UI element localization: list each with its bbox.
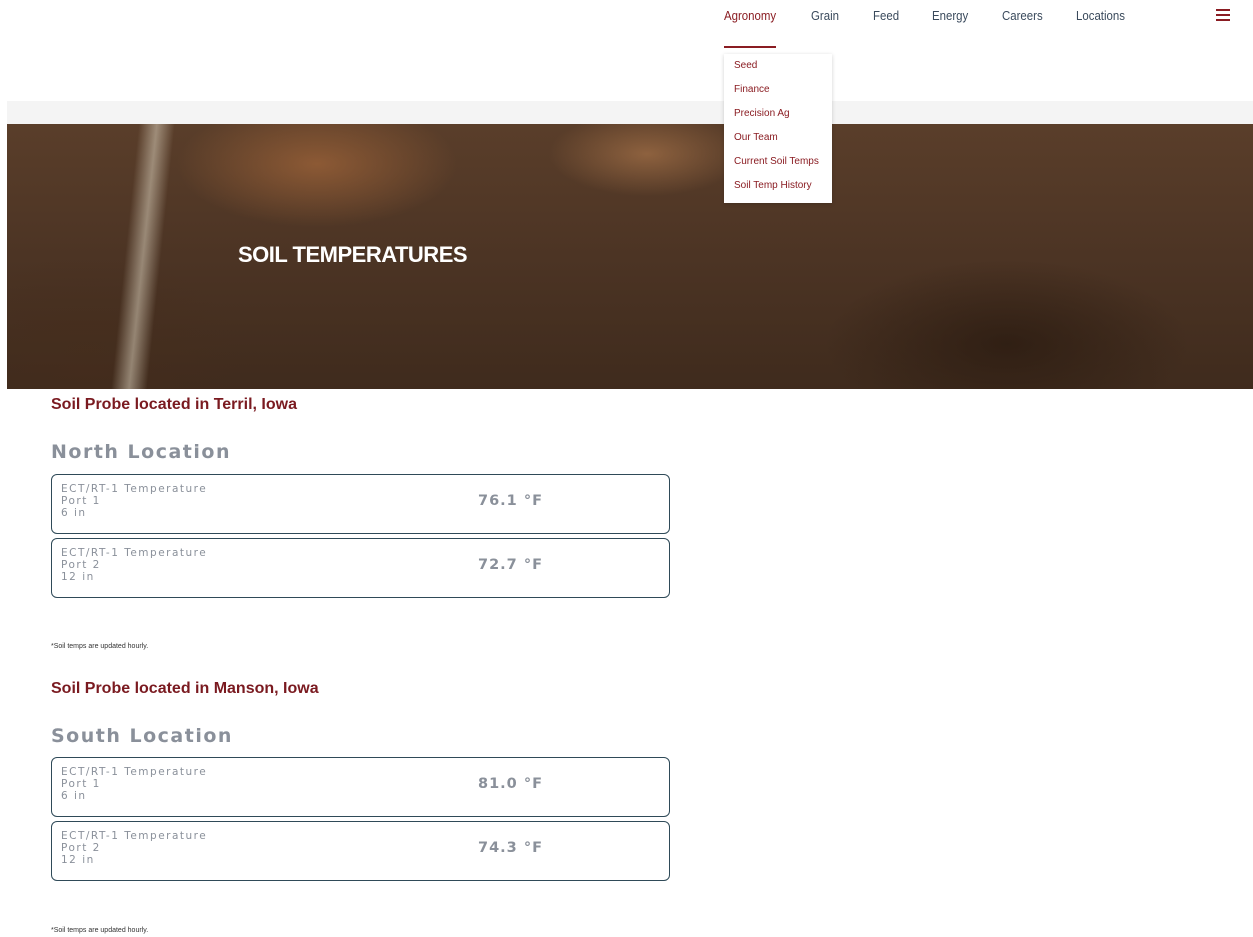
dropdown-item-soil-temp-history[interactable]: Soil Temp History — [734, 180, 812, 191]
sensor-depth: 12 in — [61, 571, 95, 583]
sensor-temperature-value: 81.0 °F — [478, 776, 543, 792]
sensor-info: ECT/RT-1 Temperature Port 1 6 in — [61, 483, 207, 519]
sensor-temperature-value: 72.7 °F — [478, 557, 543, 573]
location-title-south: South Location — [51, 725, 233, 747]
sensor-depth: 6 in — [61, 507, 87, 519]
active-nav-underline — [724, 46, 776, 48]
sensor-port: Port 1 — [61, 495, 101, 507]
dropdown-item-finance[interactable]: Finance — [734, 84, 770, 95]
hamburger-menu-icon[interactable] — [1216, 9, 1230, 23]
sensor-info: ECT/RT-1 Temperature Port 1 6 in — [61, 766, 207, 802]
agronomy-dropdown-menu: Seed Finance Precision Ag Our Team Curre… — [724, 54, 832, 203]
sensor-name: ECT/RT-1 Temperature — [61, 483, 208, 495]
dropdown-item-current-soil-temps[interactable]: Current Soil Temps — [734, 156, 819, 167]
sensor-port: Port 1 — [61, 778, 101, 790]
sensor-name: ECT/RT-1 Temperature — [61, 766, 208, 778]
page-title: SOIL TEMPERATURES — [238, 242, 468, 267]
probe-title-terril: Soil Probe located in Terril, Iowa — [51, 396, 297, 413]
nav-item-feed[interactable]: Feed — [873, 8, 899, 23]
location-title-north: North Location — [51, 441, 231, 463]
sensor-name: ECT/RT-1 Temperature — [61, 830, 208, 842]
sensor-info: ECT/RT-1 Temperature Port 2 12 in — [61, 830, 207, 866]
sensor-temperature-value: 76.1 °F — [478, 493, 543, 509]
top-navigation: Agronomy Grain Feed Energy Careers Locat… — [0, 0, 1253, 100]
sensor-name: ECT/RT-1 Temperature — [61, 547, 208, 559]
sensor-card: ECT/RT-1 Temperature Port 1 6 in 76.1 °F — [51, 474, 670, 534]
nav-item-agronomy[interactable]: Agronomy — [724, 8, 776, 23]
sensor-card: ECT/RT-1 Temperature Port 2 12 in 74.3 °… — [51, 821, 670, 881]
sensor-port: Port 2 — [61, 559, 101, 571]
sensor-card: ECT/RT-1 Temperature Port 2 12 in 72.7 °… — [51, 538, 670, 598]
probe-title-manson: Soil Probe located in Manson, Iowa — [51, 680, 319, 697]
sensor-depth: 12 in — [61, 854, 95, 866]
sensor-depth: 6 in — [61, 790, 87, 802]
header-divider-bar — [7, 101, 1253, 124]
update-footnote: *Soil temps are updated hourly. — [51, 643, 149, 650]
sensor-temperature-value: 74.3 °F — [478, 840, 543, 856]
dropdown-item-precision-ag[interactable]: Precision Ag — [734, 108, 790, 119]
nav-item-careers[interactable]: Careers — [1002, 8, 1043, 23]
dropdown-item-seed[interactable]: Seed — [734, 60, 757, 71]
hero-background-image — [111, 124, 175, 389]
nav-item-locations[interactable]: Locations — [1076, 8, 1125, 23]
sensor-port: Port 2 — [61, 842, 101, 854]
nav-item-energy[interactable]: Energy — [932, 8, 968, 23]
update-footnote: *Soil temps are updated hourly. — [51, 927, 149, 934]
dropdown-item-our-team[interactable]: Our Team — [734, 132, 778, 143]
hero-banner: SOIL TEMPERATURES — [7, 124, 1253, 389]
sensor-info: ECT/RT-1 Temperature Port 2 12 in — [61, 547, 207, 583]
sensor-card: ECT/RT-1 Temperature Port 1 6 in 81.0 °F — [51, 757, 670, 817]
nav-item-grain[interactable]: Grain — [811, 8, 839, 23]
